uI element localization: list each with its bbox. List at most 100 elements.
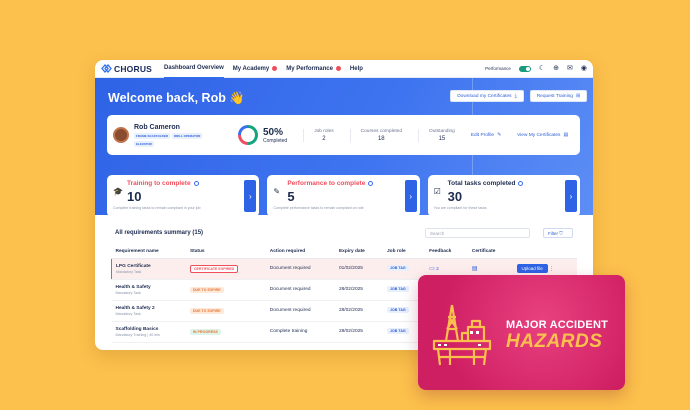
training-card: 🎓 Training to complete 10 Complete train…: [107, 175, 260, 215]
checklist-icon: ☑: [433, 187, 441, 196]
expiry-date: 28/02/2025: [334, 279, 384, 301]
chevron-right-icon[interactable]: ›: [564, 180, 577, 212]
search-placeholder: Search: [430, 231, 445, 236]
job-role-tag: JOB TAG: [387, 265, 409, 271]
globe-icon[interactable]: ⊕: [553, 65, 559, 72]
job-tag: ELEVATOR: [134, 140, 154, 147]
chevron-right-icon[interactable]: ›: [404, 180, 417, 212]
download-certificates-button[interactable]: Download my Certificates ⤓: [450, 90, 524, 102]
chorus-logo-icon: [101, 64, 112, 73]
completion-percent: 50%: [263, 126, 284, 138]
view-certificates-link[interactable]: View My Certificates ▤: [517, 133, 568, 138]
info-icon[interactable]: [368, 181, 374, 186]
stat-label: Outstanding: [428, 128, 455, 134]
requirement-name: Scaffolding Basics: [115, 326, 159, 332]
tab-my-academy[interactable]: My Academy: [233, 60, 278, 78]
request-training-button[interactable]: Request Training ⊞: [529, 90, 587, 102]
top-nav: CHORUS Dashboard Overview My Academy My …: [95, 60, 593, 78]
major-accident-hazards-promo[interactable]: MAJOR ACCIDENT HAZARDS: [418, 275, 625, 390]
user-icon[interactable]: ◉: [581, 65, 587, 72]
info-icon[interactable]: [193, 181, 199, 186]
link-label: View My Certificates: [517, 132, 561, 138]
moon-icon[interactable]: ☾: [539, 65, 545, 72]
column-header[interactable]: Job role: [383, 246, 426, 259]
requirement-type: Mandatory Task: [115, 290, 141, 295]
document-icon[interactable]: ▤: [472, 266, 478, 272]
notification-dot: [272, 66, 278, 71]
status-badge: IN PROGRESS: [189, 328, 221, 335]
status-badge: DUE TO EXPIRE: [189, 307, 224, 314]
stat-job-roles: Job roles 2: [303, 128, 334, 142]
requirement-name: Health & Safety: [115, 284, 151, 290]
button-label: Request Training: [536, 93, 573, 99]
tab-label: My Performance: [286, 65, 333, 72]
card-title: Training to complete: [127, 180, 191, 187]
status-badge: CERTIFICATE EXPIRED: [189, 264, 239, 273]
tab-label: Dashboard Overview: [164, 65, 224, 71]
card-value: 30: [447, 189, 463, 204]
oil-rig-icon: [432, 304, 492, 366]
chorus-logo[interactable]: CHORUS: [101, 64, 152, 74]
action-required: Document required: [265, 279, 335, 301]
tab-help[interactable]: Help: [350, 60, 363, 78]
search-input[interactable]: Search: [425, 228, 530, 238]
profile-card: Rob Cameron FRAME SCAFFOLDER DRILL OPERA…: [107, 115, 580, 155]
tab-my-performance[interactable]: My Performance: [286, 60, 341, 78]
card-title: Performance to complete: [287, 180, 366, 187]
expiry-date: 28/02/2025: [334, 321, 384, 343]
promo-title-line-2: HAZARDS: [506, 331, 603, 352]
tab-dashboard-overview[interactable]: Dashboard Overview: [164, 60, 224, 78]
card-description: Complete performance tasks to remain com…: [273, 206, 364, 210]
table-header-row: Requirement name Status Action required …: [111, 246, 577, 259]
tab-label: Help: [349, 65, 363, 72]
logo-text: CHORUS: [114, 63, 153, 74]
requirement-name: Health & Safety 2: [115, 305, 155, 311]
card-description: Complete training tasks to remain compli…: [113, 206, 201, 210]
column-header: [512, 246, 577, 259]
action-required: Document required: [265, 258, 335, 280]
requirement-type: Mandatory Task: [115, 311, 141, 316]
stat-value: 15: [438, 135, 446, 142]
performance-label: Performance: [485, 66, 511, 71]
column-header[interactable]: Requirement name: [111, 246, 186, 259]
filter-button[interactable]: Filter ⛉: [543, 228, 573, 238]
job-tag: FRAME SCAFFOLDER: [134, 132, 170, 139]
stat-outstanding: Outstanding 15: [417, 128, 455, 142]
graduation-cap-icon: 🎓: [113, 187, 123, 196]
more-options-icon[interactable]: ⋮: [549, 267, 554, 272]
stat-value: 2: [322, 135, 326, 142]
job-role-tag: JOB TAG: [387, 307, 409, 313]
download-icon: ⤓: [514, 94, 517, 99]
column-header[interactable]: Status: [185, 246, 266, 259]
avatar: [113, 127, 129, 143]
column-header[interactable]: Certificate: [467, 246, 513, 259]
edit-profile-link[interactable]: Edit Profile ✎: [471, 133, 501, 138]
hero-banner: Welcome back, Rob 👋 Download my Certific…: [95, 78, 593, 215]
performance-toggle[interactable]: [518, 65, 531, 72]
promo-title-line-1: MAJOR ACCIDENT: [506, 319, 609, 331]
column-header[interactable]: Feedback: [425, 246, 468, 259]
button-label: Download my Certificates: [457, 93, 512, 99]
status-badge: DUE TO EXPIRE: [189, 286, 224, 293]
card-title: Total tasks completed: [447, 180, 516, 187]
card-value: 5: [287, 189, 295, 204]
comment-icon[interactable]: ▭: [429, 266, 435, 272]
button-label: Filter: [548, 231, 558, 236]
info-icon[interactable]: [518, 181, 524, 186]
add-icon: ⊞: [575, 93, 580, 99]
chevron-right-icon[interactable]: ›: [244, 180, 257, 212]
completion-label: Completed: [263, 137, 288, 144]
expiry-date: 01/02/2025: [334, 258, 384, 280]
upload-file-button[interactable]: Upload file: [516, 263, 548, 273]
user-name: Rob Cameron: [134, 123, 180, 131]
column-header[interactable]: Expiry date: [334, 246, 384, 259]
summary-title: All requirements summary (15): [115, 230, 204, 236]
job-role-tag: JOB TAG: [387, 328, 409, 334]
column-header[interactable]: Action required: [265, 246, 335, 259]
mail-icon[interactable]: ✉: [567, 65, 573, 72]
pencil-icon: ✎: [273, 187, 281, 196]
card-description: You are compliant for these tasks: [433, 206, 487, 210]
tasks-completed-card: ☑ Total tasks completed 30 You are compl…: [427, 175, 580, 215]
link-label: Edit Profile: [470, 132, 495, 138]
welcome-heading: Welcome back, Rob 👋: [108, 91, 245, 105]
